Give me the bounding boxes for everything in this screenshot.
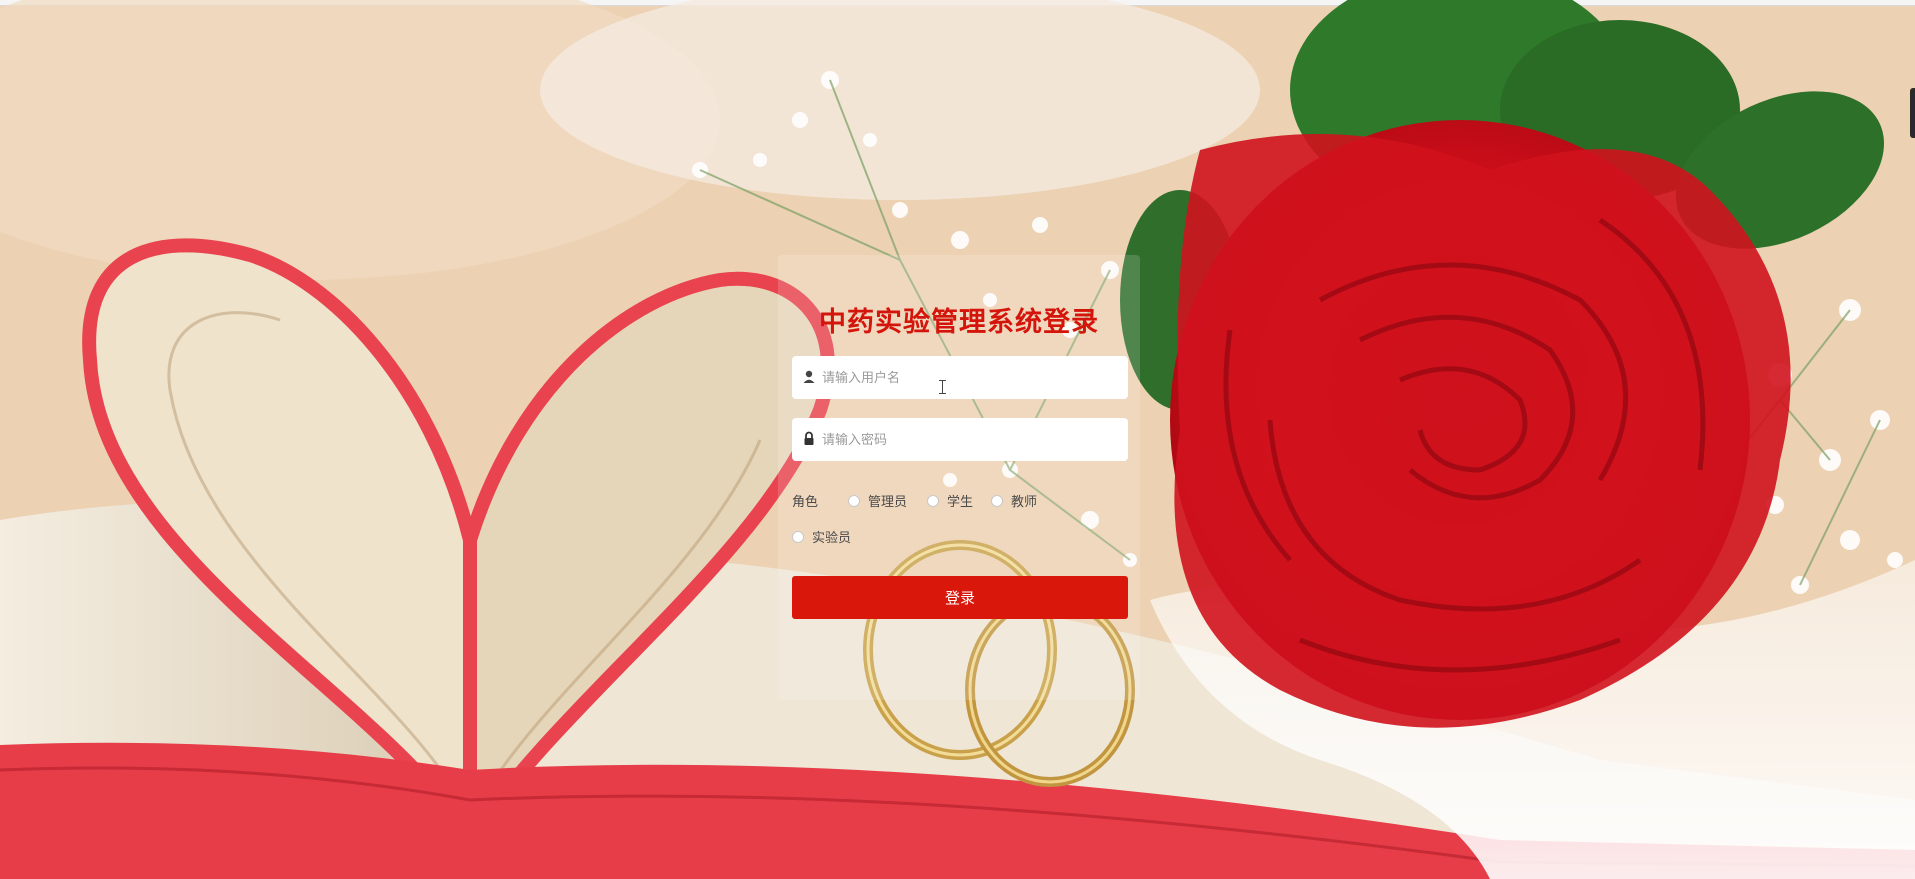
login-title: 中药实验管理系统登录 — [819, 307, 1099, 338]
radio-circle[interactable] — [991, 494, 1003, 507]
role-student-label: 学生 — [947, 495, 974, 510]
role-radio-lab-assistant[interactable]: 实验员 — [792, 527, 851, 546]
role-label: 角色 — [792, 495, 819, 510]
role-radio-student[interactable]: 学生 — [927, 491, 973, 510]
lock-icon — [802, 431, 816, 447]
side-handle[interactable] — [1910, 88, 1915, 138]
username-field[interactable] — [792, 356, 1128, 401]
login-button[interactable]: 登录 — [792, 576, 1128, 619]
password-field[interactable] — [792, 418, 1128, 463]
password-input[interactable] — [820, 418, 1124, 463]
login-page: 中药实验管理系统登录 角色 管理员 学生 教师 实验员 — [0, 0, 1915, 879]
role-admin-label: 管理员 — [868, 495, 908, 510]
role-lab-assistant-label: 实验员 — [812, 531, 852, 546]
radio-circle[interactable] — [927, 494, 939, 507]
role-radio-admin[interactable]: 管理员 — [848, 491, 907, 510]
role-radio-teacher[interactable]: 教师 — [991, 491, 1037, 510]
username-input[interactable] — [820, 356, 1124, 401]
role-teacher-label: 教师 — [1011, 495, 1038, 510]
text-cursor-icon — [939, 380, 946, 394]
radio-circle[interactable] — [792, 530, 804, 543]
user-icon — [802, 369, 816, 385]
radio-circle[interactable] — [848, 494, 860, 507]
